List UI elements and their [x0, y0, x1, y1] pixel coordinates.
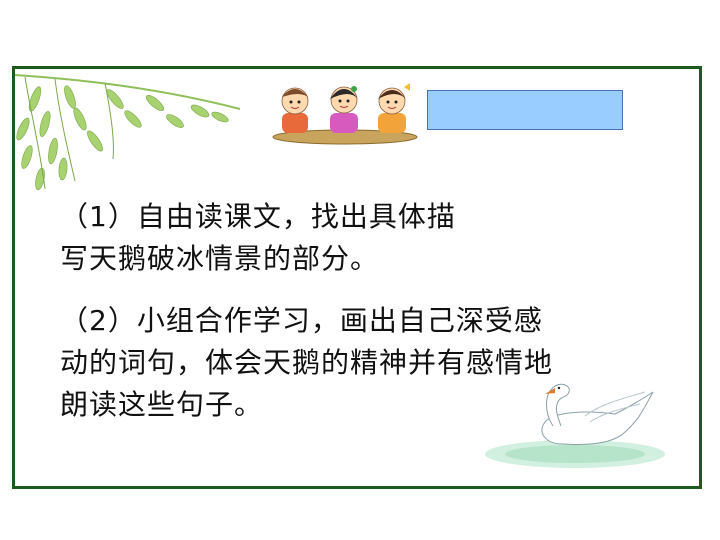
- task2-line3: 朗读这些句子。: [60, 388, 264, 421]
- willow-branch-icon: [15, 74, 241, 191]
- task2-line1: （2）小组合作学习，画出自己深受感: [60, 304, 543, 337]
- task1-line2: 写天鹅破冰情景的部分。: [60, 242, 380, 275]
- children-group-icon: [272, 83, 418, 145]
- blue-label-box: [427, 90, 623, 130]
- slide-frame: （1）自由读课文，找出具体描 写天鹅破冰情景的部分。 （2）小组合作学习，画出自…: [12, 66, 702, 489]
- swan-icon: [485, 383, 665, 468]
- task1-line1: （1）自由读课文，找出具体描: [60, 200, 456, 233]
